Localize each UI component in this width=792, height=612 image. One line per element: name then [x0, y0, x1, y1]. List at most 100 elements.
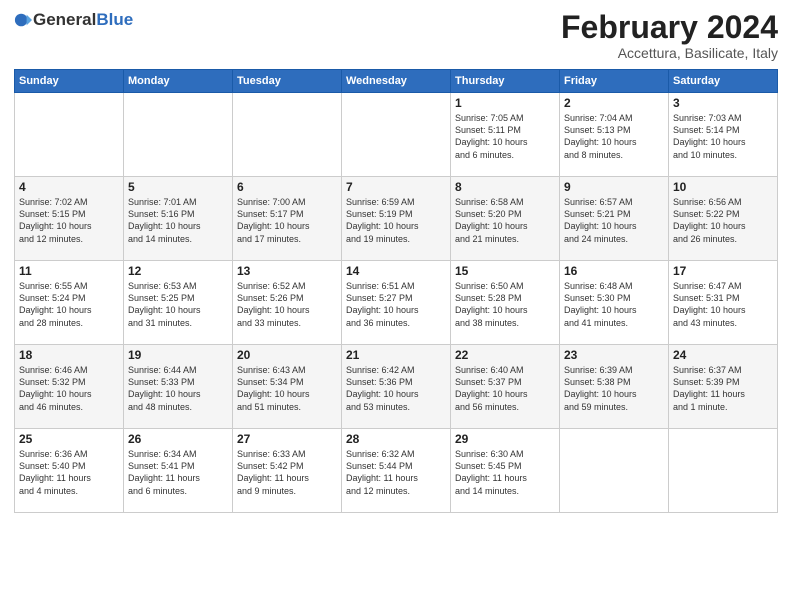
cell-info: Sunrise: 7:03 AMSunset: 5:14 PMDaylight:…: [673, 113, 746, 159]
day-number: 7: [346, 180, 446, 194]
page-container: GeneralBlue February 2024 Accettura, Bas…: [0, 0, 792, 523]
cell-info: Sunrise: 6:33 AMSunset: 5:42 PMDaylight:…: [237, 449, 309, 495]
col-wednesday: Wednesday: [342, 70, 451, 93]
week-row-2: 4 Sunrise: 7:02 AMSunset: 5:15 PMDaylight…: [15, 177, 778, 261]
calendar-cell: 29 Sunrise: 6:30 AMSunset: 5:45 PMDayligh…: [451, 429, 560, 513]
calendar-cell: 16Sunrise: 6:48 AMSunset: 5:30 PMDayligh…: [560, 261, 669, 345]
calendar-cell: 26 Sunrise: 6:34 AMSunset: 5:41 PMDayligh…: [124, 429, 233, 513]
day-number: 2: [564, 96, 664, 110]
day-number: 17: [673, 264, 773, 278]
day-number: 18: [19, 348, 119, 362]
calendar-cell: 28Sunrise: 6:32 AMSunset: 5:44 PMDayligh…: [342, 429, 451, 513]
header-row: Sunday Monday Tuesday Wednesday Thursday…: [15, 70, 778, 93]
col-monday: Monday: [124, 70, 233, 93]
calendar-cell: 22 Sunrise: 6:40 AMSunset: 5:37 PMDayligh…: [451, 345, 560, 429]
day-number: 11: [19, 264, 119, 278]
calendar-cell: 15 Sunrise: 6:50 AMSunset: 5:28 PMDayligh…: [451, 261, 560, 345]
calendar-cell: 19 Sunrise: 6:44 AMSunset: 5:33 PMDayligh…: [124, 345, 233, 429]
calendar-cell: 17 Sunrise: 6:47 AMSunset: 5:31 PMDayligh…: [669, 261, 778, 345]
month-title: February 2024: [561, 10, 778, 45]
day-number: 16: [564, 264, 664, 278]
week-row-1: 1 Sunrise: 7:05 AMSunset: 5:11 PMDaylight…: [15, 93, 778, 177]
cell-info: Sunrise: 6:53 AMSunset: 5:25 PMDaylight:…: [128, 281, 201, 327]
calendar-cell: 14Sunrise: 6:51 AMSunset: 5:27 PMDayligh…: [342, 261, 451, 345]
calendar-cell: 27 Sunrise: 6:33 AMSunset: 5:42 PMDayligh…: [233, 429, 342, 513]
calendar-cell: 7 Sunrise: 6:59 AMSunset: 5:19 PMDaylight…: [342, 177, 451, 261]
day-number: 26: [128, 432, 228, 446]
cell-info: Sunrise: 6:57 AMSunset: 5:21 PMDaylight:…: [564, 197, 637, 243]
day-number: 19: [128, 348, 228, 362]
day-number: 21: [346, 348, 446, 362]
cell-info: Sunrise: 6:34 AMSunset: 5:41 PMDaylight:…: [128, 449, 200, 495]
calendar-cell: 23 Sunrise: 6:39 AMSunset: 5:38 PMDayligh…: [560, 345, 669, 429]
calendar-cell: 13Sunrise: 6:52 AMSunset: 5:26 PMDayligh…: [233, 261, 342, 345]
day-number: 15: [455, 264, 555, 278]
day-number: 3: [673, 96, 773, 110]
cell-info: Sunrise: 6:30 AMSunset: 5:45 PMDaylight:…: [455, 449, 527, 495]
cell-info: Sunrise: 6:55 AMSunset: 5:24 PMDaylight:…: [19, 281, 92, 327]
week-row-4: 18Sunrise: 6:46 AMSunset: 5:32 PMDayligh…: [15, 345, 778, 429]
calendar-cell: 9Sunrise: 6:57 AMSunset: 5:21 PMDaylight…: [560, 177, 669, 261]
calendar-cell: [15, 93, 124, 177]
logo-general-text: General: [33, 10, 96, 30]
title-block: February 2024 Accettura, Basilicate, Ita…: [561, 10, 778, 61]
calendar-cell: 2Sunrise: 7:04 AMSunset: 5:13 PMDaylight…: [560, 93, 669, 177]
day-number: 22: [455, 348, 555, 362]
day-number: 4: [19, 180, 119, 194]
day-number: 20: [237, 348, 337, 362]
col-saturday: Saturday: [669, 70, 778, 93]
day-number: 8: [455, 180, 555, 194]
cell-info: Sunrise: 6:59 AMSunset: 5:19 PMDaylight:…: [346, 197, 419, 243]
week-row-5: 25 Sunrise: 6:36 AMSunset: 5:40 PMDayligh…: [15, 429, 778, 513]
calendar-cell: 12 Sunrise: 6:53 AMSunset: 5:25 PMDayligh…: [124, 261, 233, 345]
col-friday: Friday: [560, 70, 669, 93]
day-number: 25: [19, 432, 119, 446]
calendar-cell: [124, 93, 233, 177]
calendar-cell: 25 Sunrise: 6:36 AMSunset: 5:40 PMDayligh…: [15, 429, 124, 513]
header: GeneralBlue February 2024 Accettura, Bas…: [14, 10, 778, 61]
day-number: 29: [455, 432, 555, 446]
col-thursday: Thursday: [451, 70, 560, 93]
cell-info: Sunrise: 6:50 AMSunset: 5:28 PMDaylight:…: [455, 281, 528, 327]
calendar-cell: 6 Sunrise: 7:00 AMSunset: 5:17 PMDaylight…: [233, 177, 342, 261]
calendar-cell: 20 Sunrise: 6:43 AMSunset: 5:34 PMDayligh…: [233, 345, 342, 429]
day-number: 27: [237, 432, 337, 446]
cell-info: Sunrise: 6:36 AMSunset: 5:40 PMDaylight:…: [19, 449, 91, 495]
day-number: 28: [346, 432, 446, 446]
day-number: 5: [128, 180, 228, 194]
calendar-cell: 11 Sunrise: 6:55 AMSunset: 5:24 PMDayligh…: [15, 261, 124, 345]
calendar-cell: [560, 429, 669, 513]
day-number: 24: [673, 348, 773, 362]
logo-icon: [14, 11, 32, 29]
calendar-cell: 5 Sunrise: 7:01 AMSunset: 5:16 PMDaylight…: [124, 177, 233, 261]
cell-info: Sunrise: 6:58 AMSunset: 5:20 PMDaylight:…: [455, 197, 528, 243]
calendar-cell: 8 Sunrise: 6:58 AMSunset: 5:20 PMDaylight…: [451, 177, 560, 261]
calendar-cell: [233, 93, 342, 177]
logo: GeneralBlue: [14, 10, 133, 30]
cell-info: Sunrise: 7:02 AMSunset: 5:15 PMDaylight:…: [19, 197, 92, 243]
cell-info: Sunrise: 7:05 AMSunset: 5:11 PMDaylight:…: [455, 113, 528, 159]
location-title: Accettura, Basilicate, Italy: [561, 45, 778, 61]
day-number: 10: [673, 180, 773, 194]
calendar-cell: 1 Sunrise: 7:05 AMSunset: 5:11 PMDaylight…: [451, 93, 560, 177]
cell-info: Sunrise: 6:44 AMSunset: 5:33 PMDaylight:…: [128, 365, 201, 411]
col-tuesday: Tuesday: [233, 70, 342, 93]
cell-info: Sunrise: 6:47 AMSunset: 5:31 PMDaylight:…: [673, 281, 746, 327]
cell-info: Sunrise: 6:39 AMSunset: 5:38 PMDaylight:…: [564, 365, 637, 411]
day-number: 6: [237, 180, 337, 194]
calendar-cell: [342, 93, 451, 177]
calendar-cell: 10Sunrise: 6:56 AMSunset: 5:22 PMDayligh…: [669, 177, 778, 261]
day-number: 1: [455, 96, 555, 110]
cell-info: Sunrise: 6:43 AMSunset: 5:34 PMDaylight:…: [237, 365, 310, 411]
cell-info: Sunrise: 7:00 AMSunset: 5:17 PMDaylight:…: [237, 197, 310, 243]
cell-info: Sunrise: 6:37 AMSunset: 5:39 PMDaylight:…: [673, 365, 745, 411]
calendar-cell: 3 Sunrise: 7:03 AMSunset: 5:14 PMDaylight…: [669, 93, 778, 177]
cell-info: Sunrise: 7:01 AMSunset: 5:16 PMDaylight:…: [128, 197, 201, 243]
day-number: 23: [564, 348, 664, 362]
day-number: 12: [128, 264, 228, 278]
logo-blue-text: Blue: [96, 10, 133, 30]
cell-info: Sunrise: 6:40 AMSunset: 5:37 PMDaylight:…: [455, 365, 528, 411]
calendar-cell: 21 Sunrise: 6:42 AMSunset: 5:36 PMDayligh…: [342, 345, 451, 429]
calendar-table: Sunday Monday Tuesday Wednesday Thursday…: [14, 69, 778, 513]
cell-info: Sunrise: 6:42 AMSunset: 5:36 PMDaylight:…: [346, 365, 419, 411]
